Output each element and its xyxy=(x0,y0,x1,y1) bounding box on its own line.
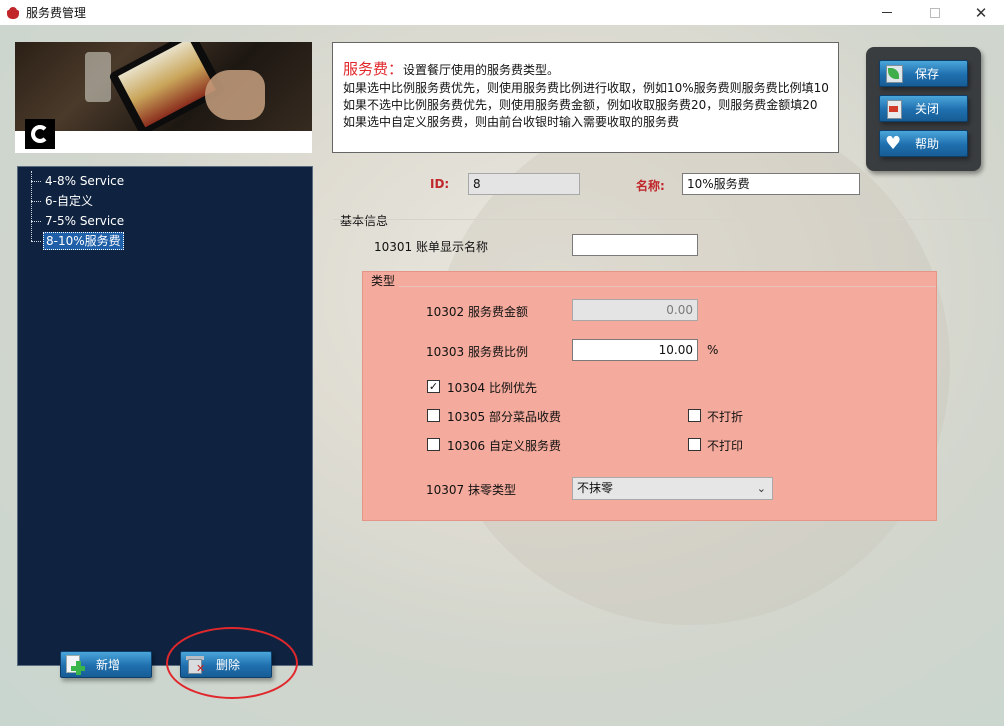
close-window-button[interactable]: ✕ xyxy=(958,0,1004,25)
ratio-priority-checkbox[interactable]: ✓ xyxy=(427,380,440,393)
banner-strip xyxy=(15,131,312,153)
highlight-ellipse xyxy=(166,627,298,699)
maximize-button[interactable] xyxy=(912,0,958,25)
info-heading: 服务费： xyxy=(343,60,404,78)
app-icon xyxy=(6,6,20,20)
no-discount-checkbox[interactable] xyxy=(688,409,701,422)
partial-charge-checkbox[interactable] xyxy=(427,409,440,422)
id-field: 8 xyxy=(468,173,580,195)
minimize-icon xyxy=(882,12,892,13)
rounding-select[interactable]: 不抹零 ⌄ xyxy=(572,477,773,500)
basic-info-section: 基本信息 xyxy=(340,214,389,228)
tree-item[interactable]: 4-8% Service xyxy=(18,171,312,191)
chevron-down-icon: ⌄ xyxy=(756,482,766,495)
glass-graphic xyxy=(85,52,111,102)
minimize-button[interactable] xyxy=(864,0,910,25)
window-title: 服务费管理 xyxy=(26,6,87,20)
save-button[interactable]: 保存 xyxy=(879,60,968,87)
maximize-icon xyxy=(930,7,940,18)
add-button[interactable]: 新增 xyxy=(60,651,152,678)
tree-item[interactable]: 7-5% Service xyxy=(18,211,312,231)
exit-door-icon xyxy=(883,98,905,120)
partial-charge-label: 10305 部分菜品收费 xyxy=(447,410,561,424)
info-line: 如果选中比例服务费优先，则使用服务费比例进行收取，例如10%服务费则服务费比例填… xyxy=(343,81,829,95)
rounding-select-value: 不抹零 xyxy=(577,481,614,495)
service-fee-tree[interactable]: 4-8% Service 6-自定义 7-5% Service 8-10%服务费 xyxy=(17,166,313,666)
rounding-label: 10307 抹零类型 xyxy=(426,483,516,497)
name-field[interactable]: 10%服务费 xyxy=(682,173,860,195)
section-divider xyxy=(333,219,996,220)
no-discount-label: 不打折 xyxy=(707,410,744,424)
check-icon: ✓ xyxy=(428,380,439,393)
info-box: 服务费：设置餐厅使用的服务费类型。 如果选中比例服务费优先，则使用服务费比例进行… xyxy=(332,42,839,153)
info-line: 如果选中自定义服务费，则由前台收银时输入需要收取的服务费 xyxy=(343,115,680,129)
type-section-divider xyxy=(371,286,936,287)
custom-fee-checkbox[interactable] xyxy=(427,438,440,451)
tree-item-label: 6-自定义 xyxy=(45,194,93,208)
help-button-label: 帮助 xyxy=(915,137,940,151)
add-document-icon xyxy=(64,654,86,676)
ratio-label: 10303 服务费比例 xyxy=(426,345,528,359)
name-label: 名称: xyxy=(636,179,665,193)
type-section-title: 类型 xyxy=(371,272,400,289)
logo-icon xyxy=(25,119,55,149)
close-button-label: 关闭 xyxy=(915,102,940,116)
amount-label: 10302 服务费金额 xyxy=(426,305,528,319)
tree-item-label: 8-10%服务费 xyxy=(43,232,124,250)
client-area: 4-8% Service 6-自定义 7-5% Service 8-10%服务费… xyxy=(0,25,1004,726)
id-label: ID: xyxy=(430,177,450,191)
no-print-label: 不打印 xyxy=(707,439,744,453)
save-button-label: 保存 xyxy=(915,67,940,81)
no-print-checkbox[interactable] xyxy=(688,438,701,451)
save-icon xyxy=(883,63,905,85)
tree-item-label: 7-5% Service xyxy=(45,214,125,228)
close-icon: ✕ xyxy=(974,3,988,22)
banner-image xyxy=(15,42,312,153)
close-button[interactable]: 关闭 xyxy=(879,95,968,122)
bill-name-label: 10301 账单显示名称 xyxy=(374,240,488,254)
tree-item[interactable]: 6-自定义 xyxy=(18,191,312,211)
ratio-field[interactable]: 10.00 xyxy=(572,339,698,361)
tree-item-label: 4-8% Service xyxy=(45,174,125,188)
heart-icon: ♥ xyxy=(885,132,902,154)
add-button-label: 新增 xyxy=(96,658,121,672)
tree-item-selected[interactable]: 8-10%服务费 xyxy=(18,231,312,251)
hand-graphic xyxy=(205,70,265,120)
info-heading-desc: 设置餐厅使用的服务费类型。 xyxy=(403,63,560,77)
ratio-priority-label: 10304 比例优先 xyxy=(447,381,537,395)
custom-fee-label: 10306 自定义服务费 xyxy=(447,439,561,453)
amount-field: 0.00 xyxy=(572,299,698,321)
bill-name-field[interactable] xyxy=(572,234,698,256)
title-bar: 服务费管理 ✕ xyxy=(0,0,1004,25)
help-button[interactable]: ♥ 帮助 xyxy=(879,130,968,157)
ratio-unit: % xyxy=(707,343,719,357)
info-line: 如果不选中比例服务费优先，则使用服务费金额，例如收取服务费20，则服务费金额填2… xyxy=(343,98,818,112)
